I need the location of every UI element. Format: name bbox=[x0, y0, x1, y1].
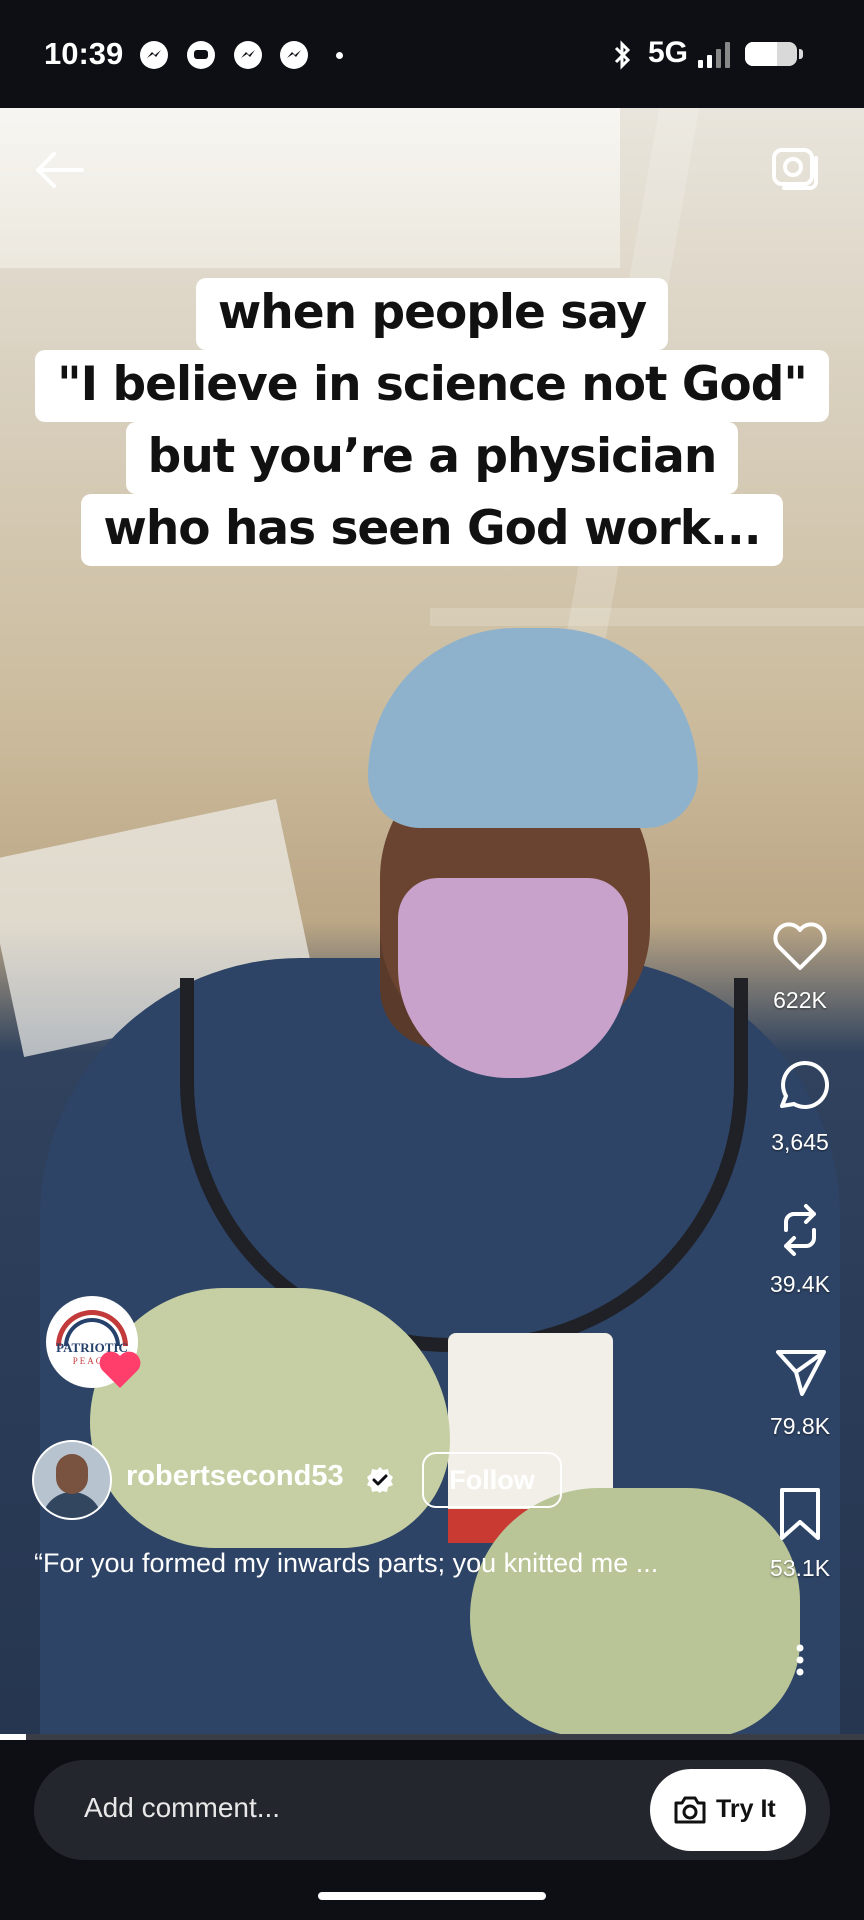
comment-input[interactable]: Add comment... Try It bbox=[34, 1760, 830, 1860]
repost-icon bbox=[784, 1204, 816, 1256]
heart-icon bbox=[773, 922, 827, 970]
messenger-icon bbox=[234, 41, 262, 69]
avatar[interactable] bbox=[32, 1440, 112, 1520]
status-time: 10:39 bbox=[44, 36, 124, 71]
camera-icon bbox=[674, 1796, 706, 1824]
try-it-label: Try It bbox=[716, 1795, 776, 1823]
follow-button[interactable]: Follow bbox=[422, 1452, 562, 1508]
share-count: 79.8K bbox=[769, 1413, 831, 1439]
overlay-line: when people say bbox=[195, 278, 669, 350]
video-progress-bar[interactable] bbox=[0, 1734, 864, 1740]
comment-icon bbox=[780, 1060, 830, 1109]
username[interactable]: robertsecond53 bbox=[126, 1460, 344, 1493]
repost-button[interactable]: 39.4K bbox=[760, 1202, 840, 1298]
comment-button[interactable]: 3,645 bbox=[760, 1060, 840, 1156]
repost-count: 39.4K bbox=[769, 1271, 831, 1297]
more-notifications-dot bbox=[336, 52, 343, 59]
verified-icon bbox=[367, 1467, 393, 1493]
heart-icon bbox=[99, 1351, 141, 1388]
overlay-line: "I believe in science not God" bbox=[35, 350, 829, 422]
camera-icon[interactable] bbox=[770, 142, 822, 192]
overlay-line: but you’re a physician bbox=[125, 422, 739, 494]
home-indicator[interactable] bbox=[318, 1892, 546, 1900]
share-icon bbox=[776, 1350, 826, 1396]
more-icon[interactable] bbox=[790, 1640, 810, 1680]
comment-count: 3,645 bbox=[771, 1129, 829, 1155]
messenger-icon bbox=[140, 41, 168, 69]
back-arrow-icon[interactable] bbox=[30, 148, 90, 192]
network-label: 5G bbox=[648, 36, 689, 69]
save-button[interactable]: 53.1K bbox=[760, 1486, 840, 1582]
post-description[interactable]: “For you formed my inwards parts; you kn… bbox=[34, 1548, 754, 1579]
like-count: 622K bbox=[773, 987, 827, 1013]
signal-icon bbox=[698, 42, 736, 68]
comment-placeholder: Add comment... bbox=[84, 1792, 281, 1823]
bluetooth-icon bbox=[614, 40, 631, 70]
save-count: 53.1K bbox=[769, 1555, 831, 1581]
battery-icon bbox=[745, 42, 803, 66]
share-button[interactable]: 79.8K bbox=[760, 1344, 840, 1440]
video-text-overlay: when people say "I believe in science no… bbox=[0, 278, 864, 566]
like-button[interactable]: 622K bbox=[760, 918, 840, 1014]
messenger-icon bbox=[280, 41, 308, 69]
status-bar: 10:39 5G bbox=[0, 0, 864, 108]
try-it-button[interactable]: Try It bbox=[650, 1769, 806, 1851]
chat-bubble-icon bbox=[187, 41, 215, 69]
video-scene bbox=[0, 108, 620, 268]
bookmark-icon bbox=[780, 1488, 820, 1540]
overlay-line: who has seen God work... bbox=[81, 494, 783, 566]
